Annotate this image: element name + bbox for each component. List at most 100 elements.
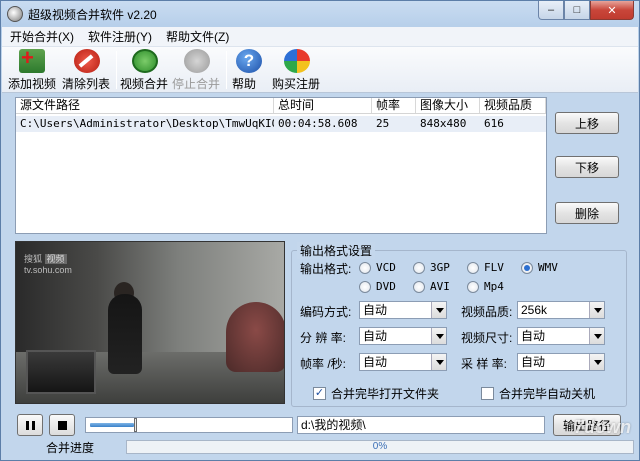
resolution-select[interactable]: 自动 <box>359 327 447 345</box>
toolbar-divider <box>116 51 117 89</box>
auto-shutdown-label: 合并完毕自动关机 <box>499 387 596 401</box>
preview-chair <box>226 302 284 372</box>
column-video-quality[interactable]: 视频品质 <box>480 98 546 113</box>
radio-mp4[interactable]: Mp4 <box>467 280 504 293</box>
radio-avi[interactable]: AVI <box>413 280 450 293</box>
file-list-header: 源文件路径 总时间 帧率 图像大小 视频品质 <box>16 98 546 114</box>
chevron-down-icon[interactable] <box>431 328 446 344</box>
sample-rate-value: 自动 <box>521 355 546 369</box>
fps-select[interactable]: 自动 <box>359 353 447 371</box>
logo-subtext: tv.sohu.com <box>24 265 72 275</box>
preview-person <box>108 294 142 374</box>
chevron-down-icon[interactable] <box>431 302 446 318</box>
seek-thumb[interactable] <box>134 418 137 432</box>
chevron-down-icon[interactable] <box>431 354 446 370</box>
fps-value: 自动 <box>363 355 388 369</box>
stop-button[interactable] <box>49 414 75 436</box>
help-button[interactable]: ? 帮助 <box>232 49 266 91</box>
radio-dot <box>467 280 479 293</box>
move-down-button[interactable]: 下移 <box>555 156 619 178</box>
help-label: 帮助 <box>232 77 257 91</box>
delete-button[interactable]: 删除 <box>555 202 619 224</box>
menu-register[interactable]: 软件注册(Y) <box>88 28 152 45</box>
app-window: 超级视频合并软件 v2.20 – □ ✕ 开始合并(X) 软件注册(Y) 帮助文… <box>0 0 640 461</box>
size-select[interactable]: 自动 <box>517 327 605 345</box>
clear-list-label: 清除列表 <box>62 77 111 91</box>
app-icon <box>7 6 23 22</box>
menu-start-merge[interactable]: 开始合并(X) <box>10 28 74 45</box>
logo-badge: 视频 <box>44 254 67 264</box>
add-video-button[interactable]: 添加视频 <box>8 45 56 91</box>
output-format-group-title: 输出格式设置 <box>297 242 376 259</box>
column-image-size[interactable]: 图像大小 <box>416 98 480 113</box>
move-up-button[interactable]: 上移 <box>555 112 619 134</box>
preview-suitcase <box>26 350 96 394</box>
merge-icon <box>132 49 158 73</box>
column-duration[interactable]: 总时间 <box>274 98 372 113</box>
close-button[interactable]: ✕ <box>590 1 634 20</box>
stop-merge-icon <box>184 49 210 73</box>
open-folder-checkbox[interactable]: ✓ 合并完毕打开文件夹 <box>313 385 439 402</box>
chevron-down-icon[interactable] <box>589 302 604 318</box>
title-bar[interactable]: 超级视频合并软件 v2.20 – □ ✕ <box>1 1 639 27</box>
clear-list-button[interactable]: 清除列表 <box>62 49 112 91</box>
radio-3gp[interactable]: 3GP <box>413 261 450 274</box>
encoding-label: 编码方式: <box>300 305 352 319</box>
merge-video-button[interactable]: 视频合并 <box>120 49 170 91</box>
status-bar: 合并进度 0% <box>2 438 638 460</box>
table-row[interactable]: C:\Users\Administrator\Desktop\TmwUqKIOW… <box>16 116 546 132</box>
cell-source-path: C:\Users\Administrator\Desktop\TmwUqKIOW… <box>20 117 274 130</box>
minimize-button[interactable]: – <box>538 1 564 20</box>
stop-merge-label: 停止合并 <box>172 77 221 91</box>
chevron-down-icon[interactable] <box>589 328 604 344</box>
resolution-label: 分 辨 率: <box>300 331 347 345</box>
radio-vcd[interactable]: VCD <box>359 261 396 274</box>
size-label: 视频尺寸: <box>461 331 513 345</box>
globe-icon <box>284 49 310 73</box>
radio-dot <box>467 261 479 274</box>
radio-label: DVD <box>376 280 396 293</box>
auto-shutdown-checkbox[interactable]: 合并完毕自动关机 <box>481 385 595 402</box>
quality-value: 256k <box>521 303 548 317</box>
fps-label: 帧率 /秒: <box>300 357 347 371</box>
open-folder-label: 合并完毕打开文件夹 <box>331 387 440 401</box>
radio-flv[interactable]: FLV <box>467 261 504 274</box>
pause-button[interactable] <box>17 414 43 436</box>
stop-merge-button[interactable]: 停止合并 <box>172 49 222 91</box>
cell-video-quality: 616 <box>484 117 504 130</box>
seek-fill <box>90 423 134 427</box>
output-path-field[interactable]: d:\我的视频\ <box>297 416 545 434</box>
chevron-down-icon[interactable] <box>589 354 604 370</box>
site-watermark: 7down <box>574 417 631 437</box>
radio-wmv[interactable]: WMV <box>521 261 558 274</box>
seek-slider[interactable] <box>85 417 293 433</box>
file-list[interactable]: 源文件路径 总时间 帧率 图像大小 视频品质 C:\Users\Administ… <box>15 97 547 234</box>
column-fps[interactable]: 帧率 <box>372 98 416 113</box>
logo-text: 搜狐 <box>24 254 43 264</box>
maximize-button[interactable]: □ <box>564 1 590 20</box>
checkbox-empty <box>481 387 494 400</box>
help-icon: ? <box>236 49 262 73</box>
radio-label: VCD <box>376 261 396 274</box>
buy-register-label: 购买注册 <box>272 77 321 91</box>
buy-register-button[interactable]: 购买注册 <box>272 49 322 91</box>
size-value: 自动 <box>521 329 546 343</box>
column-source-path[interactable]: 源文件路径 <box>16 98 274 113</box>
radio-dot-selected <box>521 261 533 274</box>
encoding-select[interactable]: 自动 <box>359 301 447 319</box>
radio-dot <box>359 280 371 293</box>
clear-list-icon <box>74 49 100 73</box>
merge-video-label: 视频合并 <box>120 77 169 91</box>
menu-bar: 开始合并(X) 软件注册(Y) 帮助文件(Z) <box>2 27 638 47</box>
radio-label: WMV <box>538 261 558 274</box>
video-preview: 搜狐 视频 tv.sohu.com <box>15 241 285 404</box>
toolbar: 添加视频 清除列表 视频合并 停止合并 ? 帮助 购买注册 <box>2 45 638 93</box>
radio-dvd[interactable]: DVD <box>359 280 396 293</box>
pause-icon <box>26 421 35 430</box>
quality-select[interactable]: 256k <box>517 301 605 319</box>
stop-icon <box>57 420 67 430</box>
menu-help[interactable]: 帮助文件(Z) <box>166 28 229 45</box>
sample-rate-select[interactable]: 自动 <box>517 353 605 371</box>
merge-progress-label: 合并进度 <box>46 441 95 455</box>
sample-rate-label: 采 样 率: <box>461 357 508 371</box>
